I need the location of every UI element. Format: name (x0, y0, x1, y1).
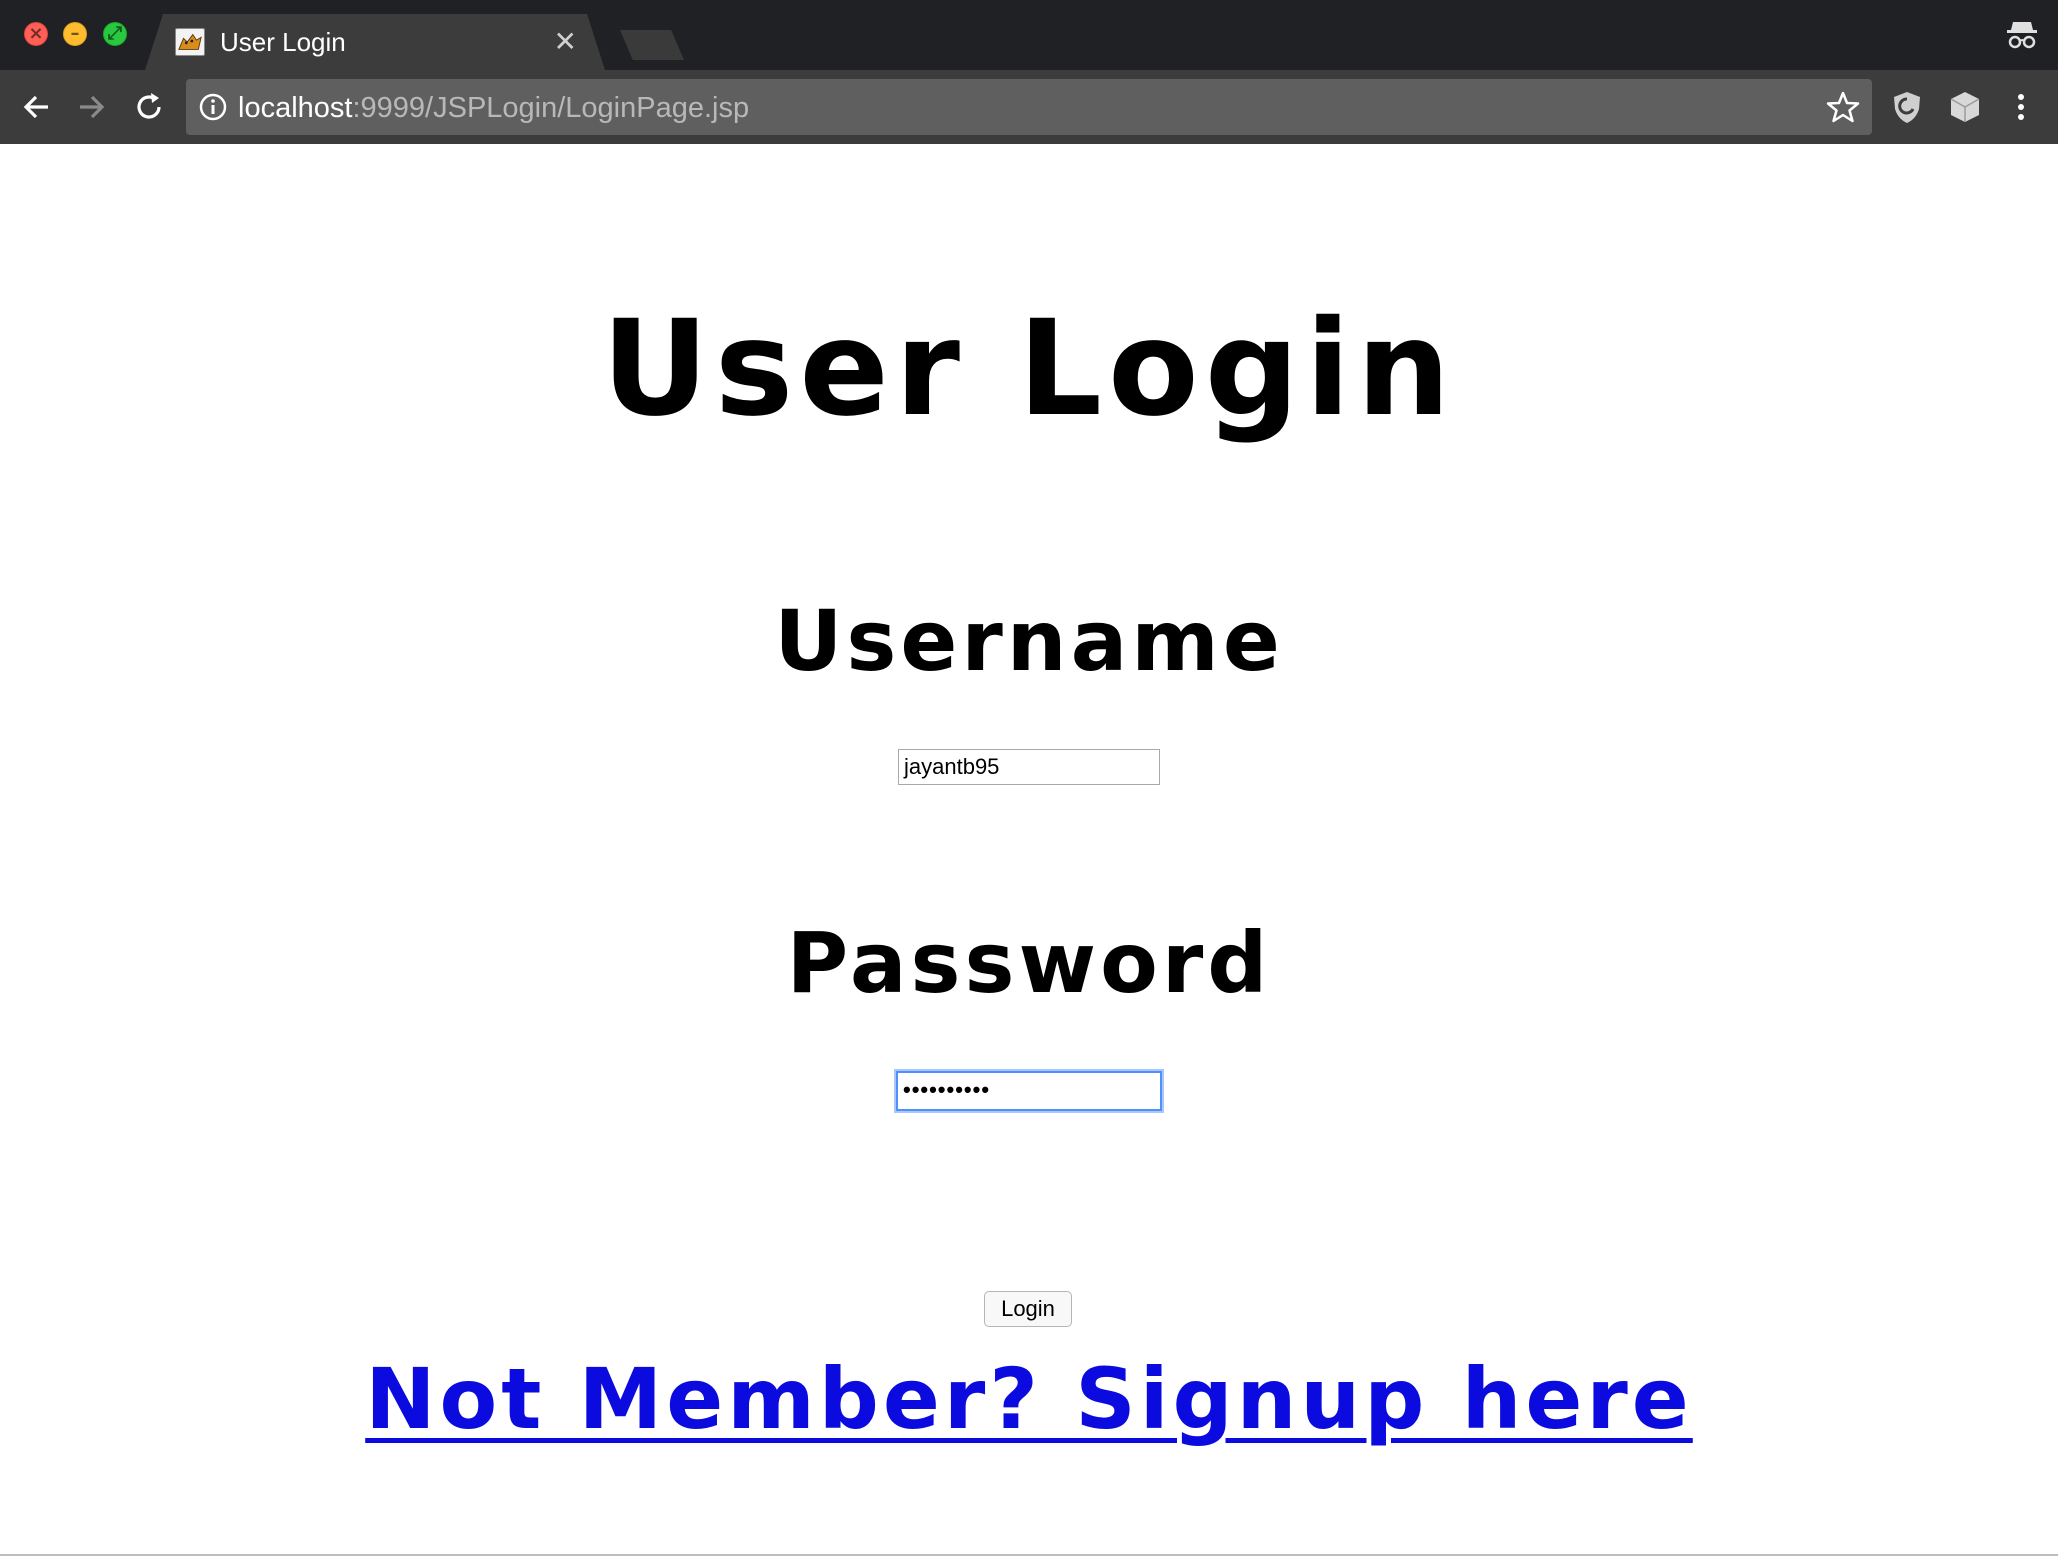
window-minimize-icon: – (70, 23, 80, 44)
page-title: User Login (601, 292, 1457, 446)
tomcat-favicon-icon (175, 28, 205, 56)
incognito-icon[interactable] (2004, 16, 2040, 52)
window-maximize-icon: ⤢ (107, 23, 123, 44)
username-label: Username (774, 592, 1284, 690)
back-icon[interactable] (18, 88, 56, 126)
window-close-button[interactable]: × (24, 22, 48, 46)
browser-window: × – ⤢ User Login ✕ localhost:9999/JSPLog… (0, 0, 2058, 1556)
bookmark-star-icon[interactable] (1826, 90, 1860, 124)
menu-kebab-icon[interactable] (2002, 88, 2040, 126)
window-minimize-button[interactable]: – (63, 22, 87, 46)
reload-icon[interactable] (130, 88, 168, 126)
url-host: localhost (238, 92, 353, 124)
forward-icon[interactable] (72, 88, 110, 126)
browser-toolbar: localhost:9999/JSPLogin/LoginPage.jsp (0, 70, 2058, 144)
username-input[interactable]: jayantb95 (898, 749, 1160, 785)
tab-strip: × – ⤢ User Login ✕ (0, 0, 2058, 70)
window-maximize-button[interactable]: ⤢ (103, 22, 127, 46)
tab-close-icon[interactable]: ✕ (554, 25, 577, 58)
browser-tab[interactable]: User Login ✕ (145, 14, 605, 70)
url-text: localhost:9999/JSPLogin/LoginPage.jsp (238, 92, 749, 125)
new-tab-button[interactable] (620, 30, 684, 60)
page-content: User Login Username jayantb95 Password •… (0, 144, 2058, 1556)
login-button[interactable]: Login (984, 1291, 1072, 1327)
tab-title: User Login (220, 27, 346, 57)
cube-extension-icon[interactable] (1946, 88, 1984, 126)
signup-link[interactable]: Not Member? Signup here (0, 1350, 2058, 1448)
window-close-icon: × (28, 23, 44, 44)
info-icon[interactable] (198, 92, 228, 122)
shield-extension-icon[interactable] (1888, 88, 1926, 126)
url-path: :9999/JSPLogin/LoginPage.jsp (352, 92, 750, 124)
password-label: Password (786, 914, 1272, 1012)
address-bar[interactable]: localhost:9999/JSPLogin/LoginPage.jsp (186, 79, 1872, 135)
password-input[interactable]: •••••••••• (896, 1071, 1162, 1111)
